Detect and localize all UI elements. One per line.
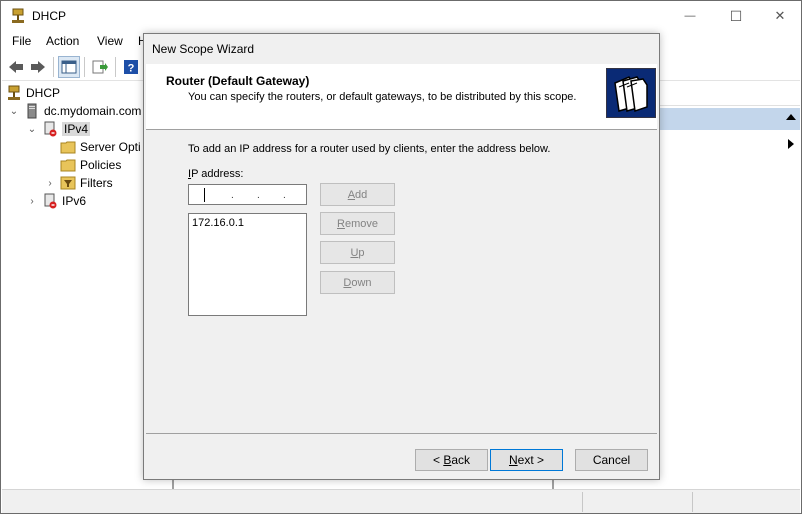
tree-label: IPv4 [62,122,91,136]
down-button[interactable]: Down [320,271,395,294]
tree-label: Server Opti [80,140,141,154]
close-button[interactable]: ✕ [757,2,802,30]
wizard-page-title: Router (Default Gateway) [166,74,310,88]
tree-item-server[interactable]: ⌄ dc.mydomain.com [8,102,141,120]
wizard-body: To add an IP address for a router used b… [146,131,657,433]
forward-arrow-icon [31,61,45,73]
router-instructions: To add an IP address for a router used b… [188,143,551,155]
ip-address-input[interactable]: . . . [188,184,307,205]
tree-label: DHCP [26,86,61,100]
maximize-button[interactable]: ☐ [713,2,759,30]
more-actions-arrow-icon[interactable] [788,139,794,149]
forward-button[interactable] [27,56,49,78]
add-button[interactable]: Add [320,183,395,206]
tree-item-dhcp[interactable]: DHCP [6,84,60,102]
router-ip-list[interactable]: 172.16.0.1 [188,213,307,316]
status-bar [2,489,800,513]
next-button[interactable]: Next > [490,449,563,471]
wizard-header: Router (Default Gateway) You can specify… [146,64,657,130]
dhcp-app-icon [12,8,24,23]
export-list-icon [92,60,108,74]
wizard-page-subtitle: You can specify the routers, or default … [188,91,577,103]
console-tree-icon [61,60,77,74]
tree-label: dc.mydomain.com [44,104,142,118]
folder-icon [60,159,76,172]
export-list-button[interactable] [89,56,111,78]
chevron-down-icon[interactable]: ⌄ [26,124,38,135]
wizard-footer: < Back Next > Cancel [146,433,657,478]
close-icon: ✕ [774,8,786,23]
wizard-header-image [606,68,656,118]
tree-label: Filters [80,176,113,190]
list-item[interactable]: 172.16.0.1 [192,217,244,229]
minimize-icon: — [684,10,696,22]
up-button[interactable]: Up [320,241,395,264]
minimize-button[interactable]: — [667,2,713,30]
chevron-down-icon[interactable]: ⌄ [8,106,20,117]
menu-view[interactable]: View [97,34,123,48]
tree-label: IPv6 [62,194,87,208]
status-divider [692,492,693,512]
remove-button[interactable]: Remove [320,212,395,235]
folder-icon [60,141,76,154]
tree-item-ipv6[interactable]: › IPv6 [26,192,86,210]
menu-file[interactable]: File [12,34,31,48]
back-button[interactable] [5,56,27,78]
chevron-right-icon[interactable]: › [26,196,38,207]
filter-icon [60,176,76,190]
tree-item-policies[interactable]: Policies [60,156,121,174]
ipv4-icon [44,121,57,137]
tree-label: Policies [80,158,122,172]
server-icon [27,103,37,119]
status-divider [582,492,583,512]
help-button[interactable]: ? [120,56,142,78]
svg-text:?: ? [128,63,135,75]
help-icon: ? [124,60,138,75]
cancel-button[interactable]: Cancel [575,449,648,471]
ipv6-icon [44,193,57,209]
back-arrow-icon [9,61,23,73]
maximize-icon: ☐ [729,7,743,24]
menu-action[interactable]: Action [46,34,79,48]
dhcp-icon [8,85,20,100]
new-scope-wizard-dialog: New Scope Wizard Router (Default Gateway… [143,33,660,480]
ip-address-label: IP address: [188,168,244,180]
show-console-tree-button[interactable] [58,56,80,78]
title-bar: DHCP — ☐ ✕ [2,2,800,30]
tree-item-ipv4[interactable]: ⌄ IPv4 [26,120,91,138]
tree-item-server-options[interactable]: Server Opti [60,138,141,156]
collapse-up-icon[interactable] [786,114,796,120]
wizard-title: New Scope Wizard [152,42,255,56]
back-button[interactable]: < Back [415,449,488,471]
window-title: DHCP [32,9,67,23]
folders-icon [607,69,655,117]
chevron-right-icon[interactable]: › [44,178,56,189]
tree-item-filters[interactable]: › Filters [44,174,113,192]
